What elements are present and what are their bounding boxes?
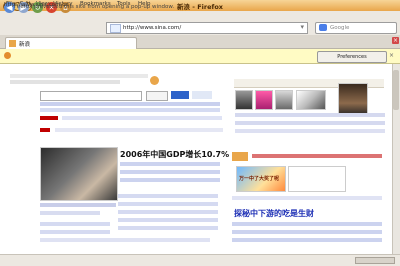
scrollbar-thumb[interactable] [393, 70, 399, 110]
news-item[interactable] [40, 230, 110, 234]
dropdown-arrow-icon[interactable]: ▾ [300, 23, 304, 31]
close-infobar-icon[interactable]: × [389, 52, 394, 59]
google-search-icon [319, 24, 327, 31]
news-item[interactable] [40, 238, 210, 242]
header-line-bottom [10, 80, 120, 84]
promo-banner-image[interactable]: 万一中了大奖了呢 [236, 166, 286, 192]
photo-subcaption[interactable] [40, 211, 100, 215]
headline-title[interactable]: 2006年中国GDP增长10.7% [120, 149, 229, 160]
news-item[interactable] [120, 178, 220, 182]
right-headline[interactable]: 探秘中下游的吃是生财 [234, 208, 314, 219]
tab-label: 新浪 [19, 42, 31, 48]
news-item[interactable] [118, 218, 218, 222]
right-news-item[interactable] [232, 230, 382, 234]
right-news-item[interactable] [232, 222, 382, 226]
news-item[interactable] [120, 170, 220, 174]
product-links-row-2[interactable] [235, 121, 385, 125]
promo-links-row[interactable] [232, 196, 382, 200]
hot-links-row-1[interactable] [40, 102, 220, 106]
product-links-row-3[interactable] [235, 129, 385, 133]
promo-logo-icon [232, 152, 248, 161]
search-category-select[interactable] [146, 91, 168, 101]
loading-progress [355, 257, 395, 264]
search-input: Google [330, 25, 350, 31]
phone-product-1[interactable] [235, 90, 253, 110]
close-tab-icon[interactable]: × [392, 37, 399, 44]
promo-box[interactable] [288, 166, 346, 192]
news-section-tab[interactable] [40, 128, 50, 132]
hot-links-row-2[interactable] [40, 108, 220, 112]
phone-product-3[interactable] [275, 90, 293, 110]
search-box[interactable]: Google [315, 22, 397, 34]
news-item[interactable] [118, 226, 218, 230]
news-item[interactable] [118, 210, 218, 214]
usb-product[interactable] [296, 90, 326, 110]
sina-header [10, 74, 160, 87]
news-item[interactable] [40, 222, 110, 226]
portrait-photo[interactable] [338, 83, 368, 117]
promo-banner-text: 万一中了大奖了呢 [239, 176, 280, 182]
warning-icon [4, 52, 11, 59]
status-url: http://www.sina.com.cn [4, 2, 69, 8]
hot-links-row-3[interactable] [62, 116, 222, 120]
preferences-button[interactable]: Preferences [317, 51, 387, 63]
product-links-row-1[interactable] [235, 113, 385, 117]
phone-product-2[interactable] [255, 90, 273, 110]
url-text: http://www.sina.com/ [123, 25, 182, 31]
site-favicon-icon [110, 24, 121, 33]
right-news-item[interactable] [232, 238, 382, 242]
news-item[interactable] [118, 194, 218, 198]
news-item[interactable] [120, 162, 220, 166]
photo-caption[interactable] [40, 203, 116, 207]
news-tabs-row [55, 128, 223, 132]
headline-photo[interactable] [40, 147, 118, 201]
header-line-top [10, 74, 148, 78]
site-search-button[interactable] [171, 91, 189, 99]
address-bar[interactable]: http://www.sina.com/ ▾ [106, 22, 308, 34]
news-item[interactable] [118, 202, 218, 206]
red-link[interactable] [40, 116, 58, 120]
promo-red-line[interactable] [252, 154, 382, 158]
advanced-search-link[interactable] [192, 91, 212, 99]
status-bar [0, 254, 400, 266]
tab-favicon-icon [9, 40, 16, 47]
sina-eye-logo-icon [150, 76, 159, 85]
site-search-input[interactable] [40, 91, 142, 101]
tab-sina[interactable]: 新浪 [5, 37, 137, 49]
